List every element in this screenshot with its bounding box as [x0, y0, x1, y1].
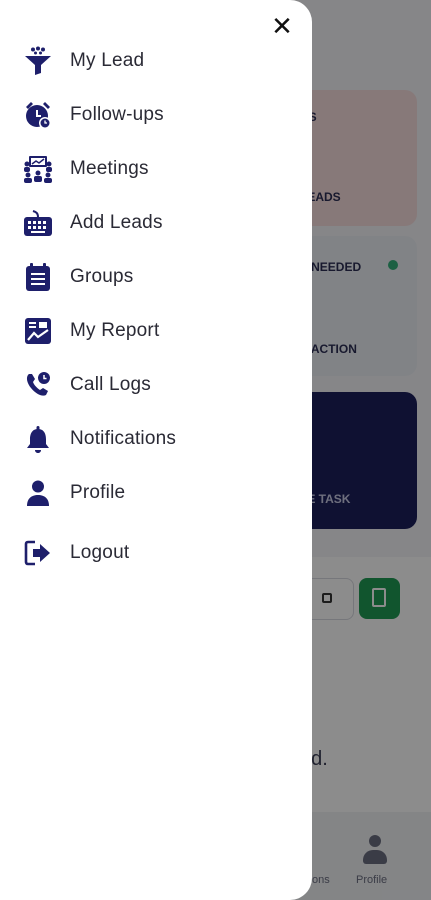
menu-item-label: Logout — [70, 542, 130, 563]
report-chart-icon — [22, 315, 54, 347]
clipboard-list-icon — [22, 261, 54, 293]
menu-item-follow-ups[interactable]: Follow-ups — [0, 88, 312, 142]
alarm-clock-icon — [22, 99, 54, 131]
phone-call-icon — [22, 369, 54, 401]
menu-item-notifications[interactable]: Notifications — [0, 412, 312, 466]
menu-item-profile[interactable]: Profile — [0, 466, 312, 520]
funnel-icon — [22, 45, 54, 77]
menu-item-label: Meetings — [70, 158, 149, 179]
logout-icon — [22, 537, 54, 569]
navigation-drawer: ✕ My Lead Follow-ups Meetings Add Leads … — [0, 0, 312, 900]
menu-item-call-logs[interactable]: Call Logs — [0, 358, 312, 412]
menu-item-label: My Lead — [70, 50, 145, 71]
drawer-menu: My Lead Follow-ups Meetings Add Leads Gr… — [0, 34, 312, 580]
meeting-icon — [22, 153, 54, 185]
menu-item-groups[interactable]: Groups — [0, 250, 312, 304]
user-icon — [22, 477, 54, 509]
menu-item-label: Profile — [70, 482, 126, 503]
menu-item-label: Add Leads — [70, 212, 163, 233]
menu-item-my-lead[interactable]: My Lead — [0, 34, 312, 88]
menu-item-label: Call Logs — [70, 374, 152, 395]
menu-item-add-leads[interactable]: Add Leads — [0, 196, 312, 250]
keyboard-icon — [22, 207, 54, 239]
menu-item-logout[interactable]: Logout — [0, 526, 312, 580]
menu-item-label: Notifications — [70, 428, 177, 449]
menu-item-label: My Report — [70, 320, 160, 341]
bell-icon — [22, 423, 54, 455]
menu-item-label: Groups — [70, 266, 134, 287]
menu-item-label: Follow-ups — [70, 104, 164, 125]
menu-item-my-report[interactable]: My Report — [0, 304, 312, 358]
menu-item-meetings[interactable]: Meetings — [0, 142, 312, 196]
